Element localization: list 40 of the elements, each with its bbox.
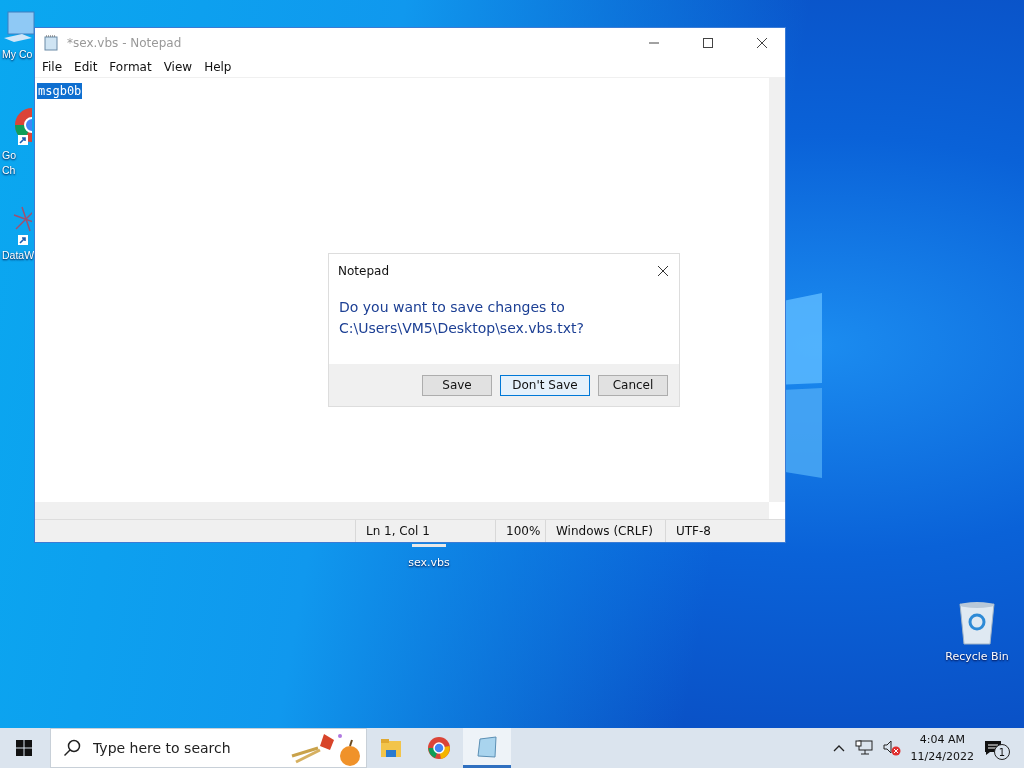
- dialog-button[interactable]: Save: [422, 374, 492, 396]
- menu-item[interactable]: File: [37, 60, 70, 74]
- menu-item[interactable]: View: [158, 60, 200, 74]
- browser-icon: [427, 736, 451, 760]
- editor-text: msgb0b: [37, 83, 83, 99]
- vertical-scrollbar[interactable]: [769, 78, 785, 502]
- muted-speaker-icon[interactable]: [882, 740, 901, 756]
- recycle-bin-icon[interactable]: [957, 600, 997, 646]
- dialog-title: Notepad: [338, 264, 389, 278]
- notepad-icon: [476, 735, 498, 758]
- dialog-button[interactable]: Cancel: [598, 374, 668, 396]
- desktop-icon-label[interactable]: Recycle Bin: [945, 649, 1009, 664]
- start-icon[interactable]: [16, 740, 32, 756]
- clock-date[interactable]: 11/24/2022: [910, 748, 974, 765]
- status-bar-item: Ln 1, Col 1: [355, 520, 495, 542]
- status-bar-item: Windows (CRLF): [545, 520, 665, 542]
- folder-icon: [380, 738, 402, 758]
- notification-badge: 1: [994, 744, 1010, 760]
- network-icon[interactable]: [854, 740, 873, 756]
- desktop-icon-label[interactable]: sex.vbs: [408, 555, 450, 570]
- computer-icon[interactable]: [2, 10, 36, 44]
- dialog-button[interactable]: Don't Save: [500, 374, 590, 396]
- menu-item[interactable]: Format: [104, 60, 159, 74]
- dialog-message: Do you want to save changes to C:\Users\VM5\Desktop\sex.vbs.txt?: [338, 298, 585, 338]
- search-icon: [63, 739, 81, 757]
- search-input[interactable]: Type here to search: [91, 739, 280, 757]
- search-box[interactable]: Type here to search: [50, 728, 367, 768]
- notepad-icon: [43, 34, 59, 51]
- close-icon[interactable]: [657, 265, 669, 277]
- clock-time[interactable]: 4:04 AM: [919, 731, 965, 748]
- window-title: *sex.vbs - Notepad: [67, 35, 182, 50]
- status-bar-item: UTF-8: [665, 520, 785, 542]
- maximize-icon[interactable]: [702, 36, 714, 49]
- menu-item[interactable]: Edit: [69, 60, 105, 74]
- status-bar-item: 100%: [495, 520, 545, 542]
- close-icon[interactable]: [756, 36, 768, 49]
- menu-item[interactable]: Help: [199, 60, 239, 74]
- caret-up-icon[interactable]: [832, 744, 845, 752]
- taskbar-app-button[interactable]: [463, 728, 511, 768]
- horizontal-scrollbar[interactable]: [35, 502, 769, 519]
